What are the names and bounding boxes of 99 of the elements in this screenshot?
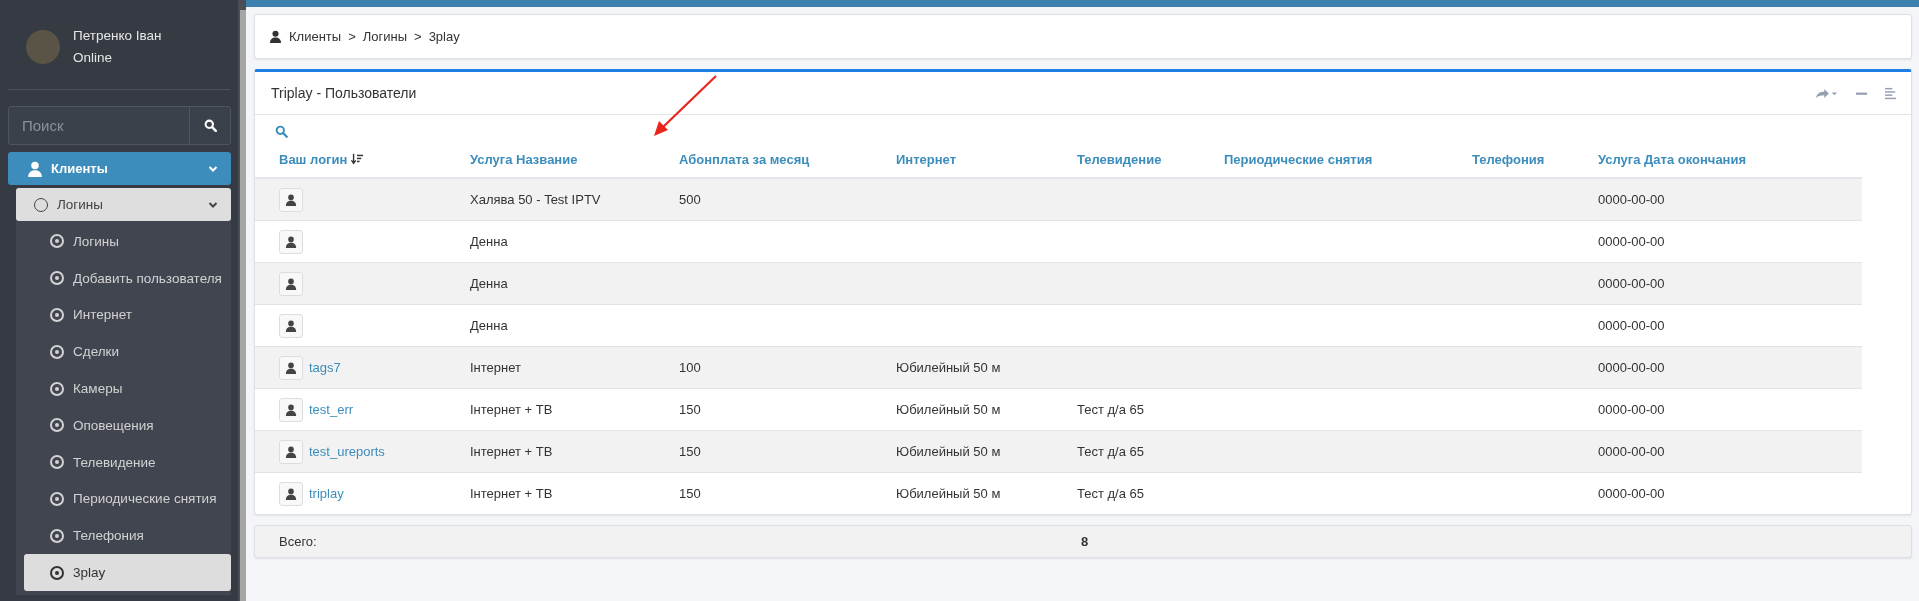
- search-icon[interactable]: [275, 124, 288, 138]
- table-cell: 0000-00-00: [1598, 402, 1665, 417]
- menu-link[interactable]: Логины: [24, 223, 231, 260]
- table-cell: 0000-00-00: [1598, 486, 1665, 501]
- radio-dot-icon: [50, 381, 64, 396]
- arrow-annotation: [654, 75, 717, 136]
- table-cell: Юбилейный 50 м: [896, 444, 1001, 459]
- login-link[interactable]: test_err: [309, 402, 354, 417]
- user-icon: [285, 193, 297, 206]
- login-link[interactable]: triplay: [309, 486, 344, 501]
- user-icon: [285, 319, 297, 332]
- user-profile-button[interactable]: [279, 229, 303, 254]
- panel-title: Triplay - Пользователи: [271, 85, 418, 101]
- user-icon: [285, 403, 297, 416]
- radio-dot-icon: [50, 528, 64, 543]
- breadcrumb-link[interactable]: 3play: [428, 29, 460, 44]
- table-cell: Тест д/а 65: [1077, 444, 1144, 459]
- login-link[interactable]: test_ureports: [309, 444, 385, 459]
- table-cell: Денна: [470, 234, 508, 249]
- radio-dot-icon: [50, 344, 64, 359]
- table-cell: Денна: [470, 318, 508, 333]
- table-cell: Інтернет + ТВ: [470, 402, 553, 417]
- user-icon: [285, 235, 297, 248]
- table-cell: Тест д/а 65: [1077, 402, 1144, 417]
- table-cell: Юбилейный 50 м: [896, 402, 1001, 417]
- column-header[interactable]: Ваш логин: [279, 151, 364, 167]
- search-input[interactable]: Поиск: [9, 107, 189, 144]
- table-cell: 150: [679, 444, 701, 459]
- user-profile-button[interactable]: [279, 271, 303, 296]
- menu-link[interactable]: Сделки: [24, 333, 231, 371]
- breadcrumb-link[interactable]: Клиенты: [289, 29, 342, 44]
- table-cell: 0000-00-00: [1598, 318, 1665, 333]
- table-cell: Тест д/а 65: [1077, 486, 1144, 501]
- table-cell: Денна: [470, 276, 508, 291]
- menu-link[interactable]: 3play: [24, 554, 231, 591]
- breadcrumb-separator: >: [414, 29, 422, 44]
- sort-descending-icon[interactable]: [351, 153, 364, 165]
- radio-dot-icon: [50, 308, 64, 322]
- breadcrumb-link[interactable]: Логины: [362, 29, 408, 44]
- user-icon: [285, 445, 297, 458]
- menu-link[interactable]: Оповещения: [24, 407, 231, 444]
- column-header[interactable]: Услуга Дата окончания: [1598, 151, 1747, 167]
- menu-link[interactable]: Телефония: [24, 517, 231, 555]
- menu-link[interactable]: Интернет: [24, 296, 231, 334]
- user-profile-button[interactable]: [279, 313, 303, 338]
- menu-link[interactable]: Добавить пользователя: [24, 259, 231, 297]
- radio-dot-icon: [50, 455, 64, 470]
- radio-dot-icon: [50, 491, 64, 506]
- submenu-item[interactable]: Логины: [16, 188, 231, 221]
- table-cell: Інтернет + ТВ: [470, 486, 553, 501]
- table-cell: Юбилейный 50 м: [896, 360, 1001, 375]
- column-header[interactable]: Абонплата за месяц: [679, 151, 810, 167]
- avatar: [26, 29, 60, 64]
- table-cell: 500: [679, 192, 701, 207]
- share-dropdown-icon[interactable]: [1815, 86, 1839, 100]
- column-header[interactable]: Интернет: [896, 151, 956, 167]
- user-name: Петренко Іван: [73, 28, 162, 43]
- menu-item[interactable]: Клиенты: [8, 152, 231, 185]
- total-label: Всего:: [279, 534, 318, 549]
- user-icon: [285, 361, 297, 374]
- login-link[interactable]: tags7: [309, 360, 341, 375]
- user-profile-button[interactable]: [279, 355, 303, 380]
- table-cell: 0000-00-00: [1598, 192, 1665, 207]
- column-header[interactable]: Телевидение: [1077, 151, 1162, 167]
- table-cell: Юбилейный 50 м: [896, 486, 1001, 501]
- user-icon: [27, 160, 43, 177]
- table-cell: 0000-00-00: [1598, 276, 1665, 291]
- table-cell: 0000-00-00: [1598, 360, 1665, 375]
- total-value: 8: [1081, 534, 1089, 549]
- table-cell: Халява 50 - Test IPTV: [470, 192, 601, 207]
- search-field[interactable]: Поиск: [8, 106, 231, 145]
- table-cell: Інтернет: [470, 360, 521, 375]
- search-icon: [203, 119, 217, 132]
- list-icon[interactable]: [1884, 86, 1897, 100]
- user-profile-button[interactable]: [279, 187, 303, 212]
- table-cell: 0000-00-00: [1598, 444, 1665, 459]
- user-profile-button[interactable]: [279, 481, 303, 506]
- radio-dot-icon: [50, 565, 64, 580]
- column-header[interactable]: Телефония: [1472, 151, 1545, 167]
- radio-dot-icon: [50, 418, 64, 433]
- breadcrumb-separator: >: [348, 29, 356, 44]
- menu-link[interactable]: Телевидение: [24, 443, 231, 481]
- menu-link[interactable]: Камеры: [24, 370, 231, 407]
- column-header[interactable]: Периодические снятия: [1224, 151, 1373, 167]
- user-status: Online: [73, 50, 114, 65]
- user-icon: [285, 277, 297, 290]
- radio-dot-icon: [50, 234, 64, 249]
- user-profile-button[interactable]: [279, 397, 303, 422]
- table-cell: 150: [679, 486, 701, 501]
- table-cell: 150: [679, 402, 701, 417]
- menu-link[interactable]: Периодические снятия: [24, 480, 231, 518]
- column-header[interactable]: Услуга Название: [470, 151, 578, 167]
- user-icon: [269, 30, 282, 43]
- table-cell: 0000-00-00: [1598, 234, 1665, 249]
- user-profile-button[interactable]: [279, 439, 303, 464]
- user-icon: [285, 487, 297, 500]
- table-cell: 100: [679, 360, 701, 375]
- radio-dot-icon: [50, 271, 64, 286]
- table-cell: Інтернет + ТВ: [470, 444, 553, 459]
